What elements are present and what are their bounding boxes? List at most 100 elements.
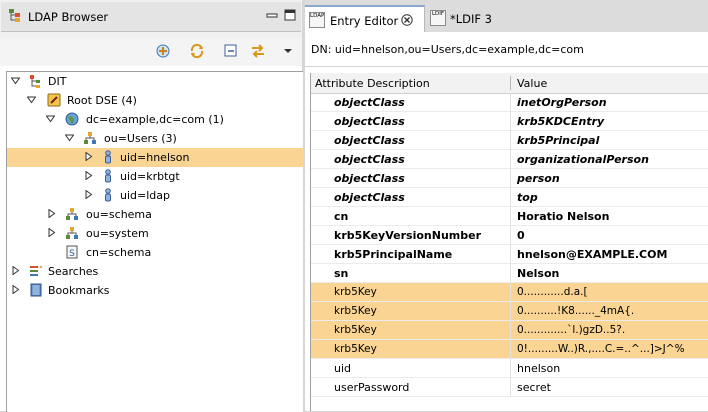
- tab-entry-editor[interactable]: LDAP Entry Editor: [305, 5, 425, 32]
- attribute-value-cell[interactable]: Horatio Nelson: [517, 210, 609, 223]
- tree-item-label: uid=ldap: [120, 189, 170, 202]
- attribute-value-cell[interactable]: top: [517, 191, 538, 204]
- link-with-editor-button[interactable]: [154, 42, 172, 60]
- attribute-value-cell[interactable]: 0............d.a.[: [517, 286, 588, 298]
- table-row[interactable]: objectClass top: [311, 188, 708, 207]
- table-row[interactable]: objectClass organizationalPerson: [311, 150, 708, 169]
- ldap-entry-icon: LDAP: [309, 12, 325, 28]
- view-menu-button[interactable]: [279, 42, 297, 60]
- expanded-twisty-icon[interactable]: [65, 133, 74, 142]
- attribute-value-cell[interactable]: krb5Principal: [517, 134, 599, 147]
- tree-item-dit[interactable]: DIT: [7, 72, 303, 91]
- collapse-all-icon: [224, 44, 237, 57]
- table-row[interactable]: userPassword secret: [311, 378, 708, 397]
- attribute-value-cell[interactable]: hnelson@EXAMPLE.COM: [517, 248, 667, 261]
- ldap-browser-header: LDAP Browser: [0, 0, 302, 38]
- attribute-value-cell[interactable]: krb5KDCEntry: [517, 115, 604, 128]
- attribute-value-cell[interactable]: organizationalPerson: [517, 153, 649, 166]
- organizational-unit-icon: [66, 208, 78, 220]
- attribute-value-cell[interactable]: secret: [517, 381, 551, 394]
- tab-ldif[interactable]: LDIF *LDIF 3: [430, 5, 525, 32]
- attribute-value-cell[interactable]: person: [517, 172, 560, 185]
- maximize-view-icon[interactable]: [284, 9, 296, 21]
- collapsed-twisty-icon[interactable]: [47, 209, 56, 218]
- column-header-value[interactable]: Value: [517, 77, 547, 90]
- tree-item-bookmarks[interactable]: Bookmarks: [7, 281, 303, 300]
- attribute-value-cell[interactable]: Nelson: [517, 267, 559, 280]
- table-row[interactable]: objectClass inetOrgPerson: [311, 93, 708, 112]
- attribute-name-cell: krb5Key: [334, 324, 377, 336]
- refresh-button[interactable]: [188, 42, 206, 60]
- tree-item-label: ou=Users (3): [104, 132, 177, 145]
- expanded-twisty-icon[interactable]: [11, 76, 20, 85]
- ldap-tree: DIT Root DSE (4) dc=example,dc=com (1) o…: [6, 71, 303, 412]
- close-icon[interactable]: [401, 14, 413, 26]
- person-icon: [105, 188, 111, 202]
- tree-item-root-dse[interactable]: Root DSE (4): [7, 91, 303, 110]
- cell-divider: [510, 378, 511, 397]
- attribute-value-cell[interactable]: 0!.........W..)R.,....C.=..^...]>J^%: [517, 343, 685, 355]
- sync-arrows-icon: [252, 44, 264, 58]
- table-row[interactable]: krb5Key 0............d.a.[: [311, 283, 708, 302]
- collapsed-twisty-icon[interactable]: [47, 228, 56, 237]
- minimize-view-icon[interactable]: [266, 9, 278, 21]
- collapsed-twisty-icon[interactable]: [11, 266, 20, 275]
- tree-item-label: Root DSE (4): [67, 94, 137, 107]
- tree-item-label: uid=krbtgt: [120, 170, 180, 183]
- attribute-name-cell: objectClass: [334, 191, 405, 204]
- expanded-twisty-icon[interactable]: [46, 114, 55, 123]
- attribute-name-cell: objectClass: [334, 134, 405, 147]
- tree-item-ou-users[interactable]: ou=Users (3): [7, 129, 303, 148]
- attribute-value-cell[interactable]: 0: [517, 229, 525, 242]
- tab-label: Entry Editor: [330, 14, 399, 28]
- table-row[interactable]: uid hnelson: [311, 359, 708, 378]
- table-row[interactable]: krb5KeyVersionNumber 0: [311, 226, 708, 245]
- tree-item-label: Bookmarks: [48, 284, 110, 297]
- table-row[interactable]: objectClass person: [311, 169, 708, 188]
- table-row[interactable]: krb5PrincipalName hnelson@EXAMPLE.COM: [311, 245, 708, 264]
- table-row[interactable]: krb5Key 0!.........W..)R.,....C.=..^...]>…: [311, 340, 708, 359]
- tree-item-dc-example[interactable]: dc=example,dc=com (1): [7, 110, 303, 129]
- tree-item-label: Searches: [48, 265, 99, 278]
- attribute-value-cell[interactable]: hnelson: [517, 362, 560, 375]
- column-divider[interactable]: [510, 76, 511, 90]
- attribute-value-cell[interactable]: 0..........!K8......_4mA{.: [517, 305, 634, 317]
- attribute-name-cell: objectClass: [334, 153, 405, 166]
- tree-item-uid-hnelson[interactable]: uid=hnelson: [7, 148, 303, 167]
- attribute-value-cell[interactable]: inetOrgPerson: [517, 96, 607, 109]
- attribute-name-cell: sn: [334, 267, 349, 280]
- collapsed-twisty-icon[interactable]: [84, 152, 93, 161]
- table-header: Attribute Description Value: [311, 73, 708, 94]
- tree-item-uid-ldap[interactable]: uid=ldap: [7, 186, 303, 205]
- link-toggle-button[interactable]: [249, 42, 267, 60]
- column-header-attribute[interactable]: Attribute Description: [315, 77, 430, 90]
- cell-divider: [510, 321, 511, 340]
- attribute-name-cell: objectClass: [334, 115, 405, 128]
- tree-item-ou-schema[interactable]: ou=schema: [7, 205, 303, 224]
- table-row[interactable]: objectClass krb5KDCEntry: [311, 112, 708, 131]
- tree-item-label: cn=schema: [86, 246, 152, 259]
- cell-divider: [510, 226, 511, 245]
- cell-divider: [510, 93, 511, 112]
- cell-divider: [510, 188, 511, 207]
- table-row[interactable]: objectClass krb5Principal: [311, 131, 708, 150]
- tree-item-ou-system[interactable]: ou=system: [7, 224, 303, 243]
- tree-item-cn-schema[interactable]: S cn=schema: [7, 243, 303, 262]
- table-row[interactable]: krb5Key 0.............`l.)gzD..5?.: [311, 321, 708, 340]
- tree-item-uid-krbtgt[interactable]: uid=krbtgt: [7, 167, 303, 186]
- collapsed-twisty-icon[interactable]: [84, 171, 93, 180]
- ldif-file-icon: LDIF: [430, 10, 446, 26]
- ldap-browser-tab[interactable]: LDAP Browser: [1, 2, 301, 32]
- collapsed-twisty-icon[interactable]: [11, 285, 20, 294]
- collapse-all-button[interactable]: [222, 42, 240, 60]
- collapsed-twisty-icon[interactable]: [84, 190, 93, 199]
- table-row[interactable]: cn Horatio Nelson: [311, 207, 708, 226]
- person-icon: [105, 150, 111, 164]
- attribute-value-cell[interactable]: 0.............`l.)gzD..5?.: [517, 324, 625, 336]
- table-row[interactable]: krb5Key 0..........!K8......_4mA{.: [311, 302, 708, 321]
- table-row[interactable]: sn Nelson: [311, 264, 708, 283]
- editor-tabs: LDAP Entry Editor LDIF *LDIF 3: [305, 0, 708, 32]
- ldap-browser-view: LDAP Browser DIT Root DSE (4) dc=example…: [0, 0, 303, 412]
- expanded-twisty-icon[interactable]: [27, 95, 36, 104]
- tree-item-searches[interactable]: Searches: [7, 262, 303, 281]
